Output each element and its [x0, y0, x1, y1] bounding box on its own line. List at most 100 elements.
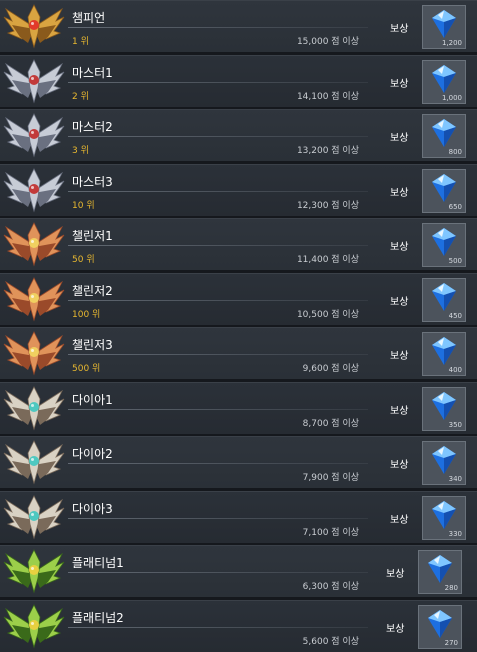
rank-reward-list: 챔피언 1 위 15,000 점 이상 보상 1,200 마스터1 2 위 14… — [0, 0, 477, 652]
rank-name: 마스터1 — [72, 65, 113, 80]
blue-diamond-icon — [432, 500, 456, 529]
reward-item[interactable]: 280 — [418, 550, 462, 594]
reward-quantity: 270 — [444, 638, 458, 647]
reward-label: 보상 — [390, 24, 409, 35]
rank-name: 플래티넘1 — [72, 556, 124, 570]
score-requirement: 13,200 점 이상 — [296, 146, 359, 156]
rank-row: 마스터3 10 위 12,300 점 이상 보상 650 — [0, 163, 477, 216]
reward-item[interactable]: 350 — [422, 386, 466, 431]
reward-label: 보상 — [386, 623, 405, 635]
reward-label: 보상 — [390, 187, 409, 199]
rank-emblem-icon — [2, 330, 66, 378]
rank-emblem-icon — [2, 494, 66, 542]
reward-quantity: 450 — [448, 311, 462, 320]
divider — [68, 408, 368, 410]
reward-item[interactable]: 400 — [422, 332, 466, 376]
score-requirement: 8,700 점 이상 — [302, 418, 359, 429]
blue-diamond-icon — [432, 228, 456, 256]
divider — [68, 517, 368, 519]
rank-emblem-icon — [2, 385, 66, 433]
blue-diamond-icon — [428, 609, 452, 638]
rank-name: 다이아3 — [72, 501, 113, 516]
divider — [68, 463, 368, 464]
rank-name: 챌린저2 — [72, 283, 113, 298]
rank-row: 마스터1 2 위 14,100 점 이상 보상 1,000 — [0, 54, 477, 107]
reward-quantity: 330 — [448, 529, 462, 538]
reward-label: 보상 — [386, 569, 405, 580]
reward-item[interactable]: 270 — [418, 604, 462, 649]
blue-diamond-icon — [432, 282, 456, 311]
blue-diamond-icon — [428, 555, 452, 583]
reward-quantity: 500 — [448, 257, 462, 265]
divider — [68, 81, 368, 83]
reward-item[interactable]: 500 — [422, 223, 466, 267]
reward-quantity: 800 — [448, 148, 462, 156]
rank-emblem-icon — [2, 3, 66, 51]
divider — [68, 626, 368, 628]
score-requirement: 7,900 점 이상 — [302, 473, 359, 483]
reward-label: 보상 — [390, 351, 409, 362]
reward-quantity: 340 — [448, 475, 462, 483]
reward-item[interactable]: 330 — [422, 495, 466, 540]
blue-diamond-icon — [432, 446, 456, 474]
rank-row: 챌린저2 100 위 10,500 점 이상 보상 450 — [0, 272, 477, 325]
reward-item[interactable]: 650 — [422, 168, 466, 213]
reward-item[interactable]: 340 — [422, 441, 466, 485]
reward-item[interactable]: 1,000 — [422, 59, 466, 104]
reward-label: 보상 — [390, 296, 409, 308]
score-requirement: 15,000 점 이상 — [296, 37, 359, 47]
reward-label: 보상 — [390, 405, 409, 417]
reward-quantity: 1,000 — [441, 93, 462, 102]
score-requirement: 14,100 점 이상 — [296, 91, 359, 102]
reward-item[interactable]: 1,200 — [422, 5, 466, 49]
rank-emblem-icon — [2, 58, 66, 106]
score-requirement: 12,300 점 이상 — [296, 200, 359, 211]
score-requirement: 11,400 점 이상 — [296, 255, 359, 265]
divider — [68, 27, 368, 28]
rank-position: 2 위 — [72, 91, 89, 102]
rank-emblem-icon — [2, 276, 66, 324]
rank-emblem-icon — [2, 548, 66, 596]
blue-diamond-icon — [432, 10, 456, 38]
rank-row: 다이아1 8,700 점 이상 보상 350 — [0, 381, 477, 434]
reward-label: 보상 — [390, 133, 409, 144]
rank-emblem-icon — [2, 603, 66, 651]
divider — [68, 572, 368, 573]
rank-emblem-icon — [2, 167, 66, 215]
rank-name: 챌린저3 — [72, 338, 113, 352]
divider — [68, 245, 368, 246]
rank-position: 1 위 — [72, 37, 89, 47]
score-requirement: 9,600 점 이상 — [302, 364, 359, 374]
reward-label: 보상 — [390, 242, 409, 253]
rank-position: 3 위 — [72, 146, 89, 156]
rank-position: 10 위 — [72, 200, 95, 211]
reward-quantity: 650 — [448, 202, 462, 211]
rank-name: 챌린저1 — [72, 229, 113, 243]
blue-diamond-icon — [432, 173, 456, 202]
reward-item[interactable]: 450 — [422, 277, 466, 322]
rank-position: 50 위 — [72, 255, 95, 265]
reward-item[interactable]: 800 — [422, 114, 466, 158]
rank-row: 챌린저3 500 위 9,600 점 이상 보상 400 — [0, 327, 477, 379]
rank-name: 플래티넘2 — [72, 610, 124, 625]
blue-diamond-icon — [432, 64, 456, 93]
blue-diamond-icon — [432, 119, 456, 147]
rank-name: 마스터3 — [72, 174, 113, 189]
divider — [68, 190, 368, 192]
rank-row: 마스터2 3 위 13,200 점 이상 보상 800 — [0, 109, 477, 161]
rank-emblem-icon — [2, 112, 66, 160]
score-requirement: 6,300 점 이상 — [302, 582, 359, 592]
reward-quantity: 350 — [448, 420, 462, 429]
reward-label: 보상 — [390, 78, 409, 90]
rank-emblem-icon — [2, 439, 66, 487]
rank-name: 다이아1 — [72, 392, 113, 407]
divider — [68, 299, 368, 301]
blue-diamond-icon — [432, 391, 456, 420]
divider — [68, 136, 368, 137]
rank-row: 플래티넘1 6,300 점 이상 보상 280 — [0, 545, 477, 597]
rank-position: 100 위 — [72, 309, 101, 320]
blue-diamond-icon — [432, 337, 456, 365]
score-requirement: 10,500 점 이상 — [296, 309, 359, 320]
reward-label: 보상 — [390, 460, 409, 471]
rank-name: 다이아2 — [72, 447, 113, 461]
